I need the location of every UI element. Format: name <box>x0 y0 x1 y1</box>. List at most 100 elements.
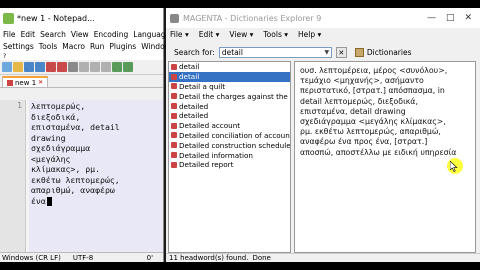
menu-search[interactable]: Search <box>40 30 66 39</box>
menu-tools[interactable]: Tools <box>39 42 57 51</box>
list-item[interactable]: Detailed information <box>169 150 290 160</box>
tab-new-1[interactable]: new 1 ✕ <box>2 76 49 87</box>
entry-icon <box>171 142 177 149</box>
list-item-label: detailed <box>179 101 209 111</box>
code-text-area[interactable]: λεπτομερώς, διεξοδικά, επισταμένα, detail d… <box>29 100 163 252</box>
list-item[interactable]: Detailed account <box>169 121 290 131</box>
notepad-menubar-row2: Settings Tools Macro Run Plugins Window <box>0 40 171 52</box>
status-eol: Windows (CR LF) <box>2 253 61 262</box>
menu-view[interactable]: View <box>71 30 89 39</box>
menu-language[interactable]: Language <box>133 30 170 39</box>
definition-line: ρμ. εκθέτω λεπτομερώς, απαριθμώ, <box>300 127 441 137</box>
entry-icon <box>171 63 177 70</box>
dict-menu-view[interactable]: View ▾ <box>229 30 253 39</box>
dictionary-titlebar[interactable]: MAGENTA - Dictionaries Explorer 9 — □ ✕ <box>166 8 480 28</box>
close-all-icon[interactable] <box>57 62 67 72</box>
menu-plugins[interactable]: Plugins <box>109 42 136 51</box>
clear-search-button[interactable]: ✕ <box>335 47 347 58</box>
list-item[interactable]: Detailed construction schedule <box>169 140 290 150</box>
close-window-icon[interactable]: ✕ <box>464 13 472 23</box>
list-item-label: Detailed report <box>179 160 234 170</box>
notepad-menubar-row3: ? <box>0 52 163 60</box>
code-line: drawing <box>31 132 66 143</box>
menu-run[interactable]: Run <box>90 42 104 51</box>
menu-edit[interactable]: Edit <box>21 30 36 39</box>
close-file-icon[interactable] <box>46 62 56 72</box>
dictionaries-button[interactable]: Dictionaries <box>354 48 412 57</box>
menu-help[interactable]: ? <box>3 53 6 60</box>
minimize-icon[interactable]: — <box>427 13 436 23</box>
status-headword-count: 11 headword(s) found. <box>169 254 249 262</box>
dict-menu-tools-label: Tools <box>263 30 282 39</box>
save-icon[interactable] <box>24 62 34 72</box>
list-item[interactable]: detailed <box>169 111 290 121</box>
status-encoding: UTF-8 <box>72 253 94 262</box>
notepad-editor[interactable]: 1 λεπτομερώς, διεξοδικά, επισταμένα, detai… <box>0 100 163 252</box>
dict-menu-help[interactable]: Help ▾ <box>298 30 321 39</box>
search-input[interactable]: detail ▼ <box>218 47 332 58</box>
print-icon[interactable] <box>68 62 78 72</box>
redo-icon[interactable] <box>123 62 133 72</box>
list-item[interactable]: Detailed conciliation of accounts <box>169 131 290 141</box>
definition-line: τεμάχιο <μηχανής>, ασήμαντο <box>300 76 424 86</box>
menu-file[interactable]: File <box>3 30 16 39</box>
entry-icon <box>171 112 177 119</box>
window-controls: — □ ✕ <box>427 13 480 23</box>
tab-label: new 1 <box>15 78 37 87</box>
cut-icon[interactable] <box>79 62 89 72</box>
mouse-pointer-icon <box>450 161 458 172</box>
definition-line: επισταμένα, detail drawing <box>300 106 406 116</box>
search-label: Search for: <box>174 48 215 57</box>
line-number-gutter: 1 <box>0 100 26 252</box>
menu-encoding[interactable]: Encoding <box>94 30 129 39</box>
dictionaries-label: Dictionaries <box>366 48 412 57</box>
paste-icon[interactable] <box>101 62 111 72</box>
menu-macro[interactable]: Macro <box>62 42 85 51</box>
notepad-menubar-row1: File Edit Search View Encoding Language <box>0 28 170 40</box>
list-item[interactable]: Detail the charges against the de <box>169 91 290 101</box>
search-row: Search for: detail ▼ ✕ Dictionaries <box>166 45 480 60</box>
menu-settings[interactable]: Settings <box>3 42 34 51</box>
list-item-label: Detail the charges against the de <box>179 91 291 101</box>
chevron-down-icon[interactable]: ▼ <box>323 49 331 56</box>
list-item-label: detailed <box>179 111 209 121</box>
status-done: Done <box>252 254 271 262</box>
list-item[interactable]: Detailed report <box>169 160 290 170</box>
list-item[interactable]: detail <box>169 62 290 72</box>
list-item-selected[interactable]: detail <box>169 71 290 82</box>
code-line: λεπτομερώς, <box>31 101 86 111</box>
unsaved-file-icon <box>7 79 13 86</box>
save-all-icon[interactable] <box>35 62 45 72</box>
definition-line: αναφέρω ένα προς ένα, [στρατ.] <box>300 137 428 147</box>
video-letterbox-top <box>0 0 480 8</box>
code-line: απαριθμώ, αναφέρω <box>31 185 115 195</box>
dict-menu-edit[interactable]: Edit ▾ <box>199 30 220 39</box>
list-item-label: detail <box>179 62 200 72</box>
entry-icon <box>171 161 177 168</box>
notepad-title: *new 1 - Notepad... <box>17 13 95 23</box>
dict-menu-file-label: File <box>170 30 183 39</box>
definition-line: ουσ. λεπτομέρεια, μέρος <συνόλου>, <box>300 66 448 75</box>
copy-icon[interactable] <box>90 62 100 72</box>
list-item-label: Detailed information <box>179 150 253 160</box>
notepad-titlebar[interactable]: *new 1 - Notepad... <box>0 8 163 28</box>
maximize-icon[interactable]: □ <box>446 13 455 23</box>
definition-line: περιστατικό, [στρατ.] απόσπασμα, in <box>300 86 445 96</box>
undo-icon[interactable] <box>112 62 122 72</box>
new-file-icon[interactable] <box>2 62 12 72</box>
code-line-text: ένα <box>31 195 46 206</box>
status-ins: 0' <box>146 253 153 262</box>
code-line: εκθέτω λεπτομερώς, <box>31 174 120 185</box>
headword-list[interactable]: detail detail Detail a quilt Detail the … <box>168 61 291 253</box>
definition-pane[interactable]: ουσ. λεπτομέρεια, μέρος <συνόλου>, τεμάχ… <box>294 61 476 253</box>
list-item-label: Detailed construction schedule <box>179 140 291 150</box>
list-item[interactable]: detailed <box>169 101 290 111</box>
list-item[interactable]: Detail a quilt <box>169 82 290 92</box>
entry-icon <box>171 83 177 90</box>
code-line: <μεγάλης <box>31 153 71 164</box>
book-icon <box>354 48 364 57</box>
open-file-icon[interactable] <box>13 62 23 72</box>
close-tab-icon[interactable]: ✕ <box>38 79 43 86</box>
dict-menu-file[interactable]: File ▾ <box>170 30 189 39</box>
dict-menu-tools[interactable]: Tools ▾ <box>263 30 288 39</box>
